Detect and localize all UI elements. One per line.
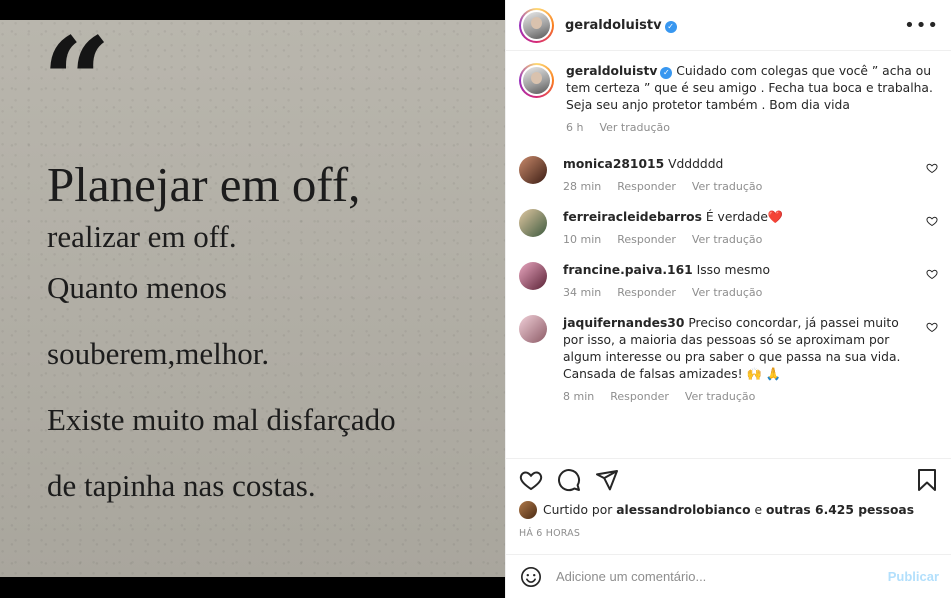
post-side-panel: geraldoluistv ✓ ••• geraldoluistv ✓ Cuidad… — [505, 0, 951, 598]
translate-link[interactable]: Ver tradução — [685, 390, 756, 403]
comment-text: É verdade❤️ — [705, 210, 784, 224]
comment-username[interactable]: jaquifernandes30 — [563, 316, 684, 330]
reply-button[interactable]: Responder — [617, 180, 676, 193]
post-actions: Curtido por alessandrolobianco e outras … — [506, 458, 951, 539]
translate-link[interactable]: Ver tradução — [692, 286, 763, 299]
caption-text-block: geraldoluistv ✓ Cuidado com colegas que v… — [566, 63, 938, 114]
translate-link[interactable]: Ver tradução — [692, 233, 763, 246]
reply-button[interactable]: Responder — [610, 390, 669, 403]
publish-button[interactable]: Publicar — [888, 569, 939, 584]
comment-time[interactable]: 28 min — [563, 180, 601, 193]
comment-text: Isso mesmo — [696, 263, 770, 277]
avatar-ring-inner — [521, 9, 552, 41]
like-heart-icon[interactable] — [519, 468, 543, 492]
comment-text-block: ferreiracleidebarros É verdade❤️ — [563, 209, 912, 226]
comment-body: jaquifernandes30 Preciso concordar, já p… — [563, 315, 938, 403]
comments-list[interactable]: geraldoluistv ✓ Cuidado com colegas que v… — [506, 51, 951, 457]
comment-item: monica281015 Vdddddd 28 min Responder Ve… — [519, 156, 938, 193]
quote-text: Planejar em off, realizar em off. Quanto… — [47, 155, 396, 519]
comment-username[interactable]: francine.paiva.161 — [563, 263, 693, 277]
post-media: “ Planejar em off, realizar em off. Quan… — [0, 0, 505, 598]
post-image[interactable]: “ Planejar em off, realizar em off. Quan… — [0, 20, 505, 577]
caption-avatar-image — [523, 67, 550, 94]
quote-line-5: Existe muito mal disfarçado — [47, 402, 396, 437]
comment-body: francine.paiva.161 Isso mesmo 34 min Res… — [563, 262, 938, 299]
liker-avatar[interactable] — [519, 501, 537, 519]
avatar-image — [523, 11, 550, 39]
reply-button[interactable]: Responder — [617, 286, 676, 299]
post-header: geraldoluistv ✓ ••• — [506, 0, 951, 51]
reply-button[interactable]: Responder — [617, 233, 676, 246]
more-options-icon[interactable]: ••• — [904, 15, 939, 36]
quote-line-2: realizar em off. — [47, 219, 237, 254]
quote-line-1: Planejar em off, — [47, 157, 361, 212]
comment-meta: 10 min Responder Ver tradução — [563, 233, 912, 246]
like-comment-heart-icon[interactable] — [926, 162, 938, 174]
caption-meta: 6 h Ver tradução — [566, 121, 938, 134]
like-comment-heart-icon[interactable] — [926, 268, 938, 280]
comment-avatar[interactable] — [519, 262, 547, 290]
comment-meta: 34 min Responder Ver tradução — [563, 286, 912, 299]
like-comment-heart-icon[interactable] — [926, 215, 938, 227]
likes-middle: e — [754, 503, 763, 517]
comment-time[interactable]: 8 min — [563, 390, 594, 403]
comment-bubble-icon[interactable] — [557, 468, 581, 492]
caption-username[interactable]: geraldoluistv — [566, 64, 657, 78]
comment-input[interactable] — [556, 569, 888, 584]
comment-username[interactable]: ferreiracleidebarros — [563, 210, 702, 224]
comment-text: Vdddddd — [668, 157, 724, 171]
liker-username[interactable]: alessandrolobianco — [616, 503, 750, 517]
author-username[interactable]: geraldoluistv ✓ — [565, 18, 677, 33]
verified-badge-icon: ✓ — [664, 20, 677, 33]
caption: geraldoluistv ✓ Cuidado com colegas que v… — [519, 63, 938, 134]
posted-time[interactable]: HÁ 6 HORAS — [519, 528, 938, 539]
quote-line-4: souberem,melhor. — [47, 336, 270, 371]
comment-time[interactable]: 10 min — [563, 233, 601, 246]
author-username-text[interactable]: geraldoluistv — [565, 18, 662, 33]
quote-line-6: de tapinha nas costas. — [47, 468, 316, 503]
comment-time[interactable]: 34 min — [563, 286, 601, 299]
action-icons — [519, 465, 938, 495]
comment-text-block: monica281015 Vdddddd — [563, 156, 912, 173]
caption-avatar-inner — [521, 65, 552, 96]
share-paper-plane-icon[interactable] — [595, 468, 619, 492]
comment-meta: 28 min Responder Ver tradução — [563, 180, 912, 193]
comment-item: jaquifernandes30 Preciso concordar, já p… — [519, 315, 938, 403]
quote-mark: “ — [42, 20, 111, 152]
likes-count[interactable]: outras 6.425 pessoas — [766, 503, 914, 517]
caption-avatar[interactable] — [519, 63, 554, 98]
comment-avatar[interactable] — [519, 209, 547, 237]
likes-prefix: Curtido por — [543, 503, 613, 517]
instagram-post: “ Planejar em off, realizar em off. Quan… — [0, 0, 951, 598]
likes-summary: Curtido por alessandrolobianco e outras … — [519, 501, 938, 519]
emoji-icon[interactable] — [520, 566, 542, 588]
comment-username[interactable]: monica281015 — [563, 157, 664, 171]
translate-link[interactable]: Ver tradução — [692, 180, 763, 193]
comment-avatar[interactable] — [519, 315, 547, 343]
author-avatar[interactable] — [519, 7, 554, 43]
quote-line-3: Quanto menos — [47, 270, 227, 305]
add-comment-bar: Publicar — [506, 554, 951, 598]
caption-time[interactable]: 6 h — [566, 121, 583, 134]
like-comment-heart-icon[interactable] — [926, 321, 938, 333]
comment-item: ferreiracleidebarros É verdade❤️ 10 min … — [519, 209, 938, 246]
comment-text-block: francine.paiva.161 Isso mesmo — [563, 262, 912, 279]
comment-body: ferreiracleidebarros É verdade❤️ 10 min … — [563, 209, 938, 246]
comment-meta: 8 min Responder Ver tradução — [563, 390, 912, 403]
comment-body: monica281015 Vdddddd 28 min Responder Ve… — [563, 156, 938, 193]
comment-item: francine.paiva.161 Isso mesmo 34 min Res… — [519, 262, 938, 299]
save-bookmark-icon[interactable] — [916, 468, 938, 492]
caption-body: geraldoluistv ✓ Cuidado com colegas que v… — [566, 63, 938, 134]
caption-verified-icon: ✓ — [660, 67, 673, 79]
caption-translate-link[interactable]: Ver tradução — [599, 121, 670, 134]
comment-text-block: jaquifernandes30 Preciso concordar, já p… — [563, 315, 912, 383]
comment-avatar[interactable] — [519, 156, 547, 184]
